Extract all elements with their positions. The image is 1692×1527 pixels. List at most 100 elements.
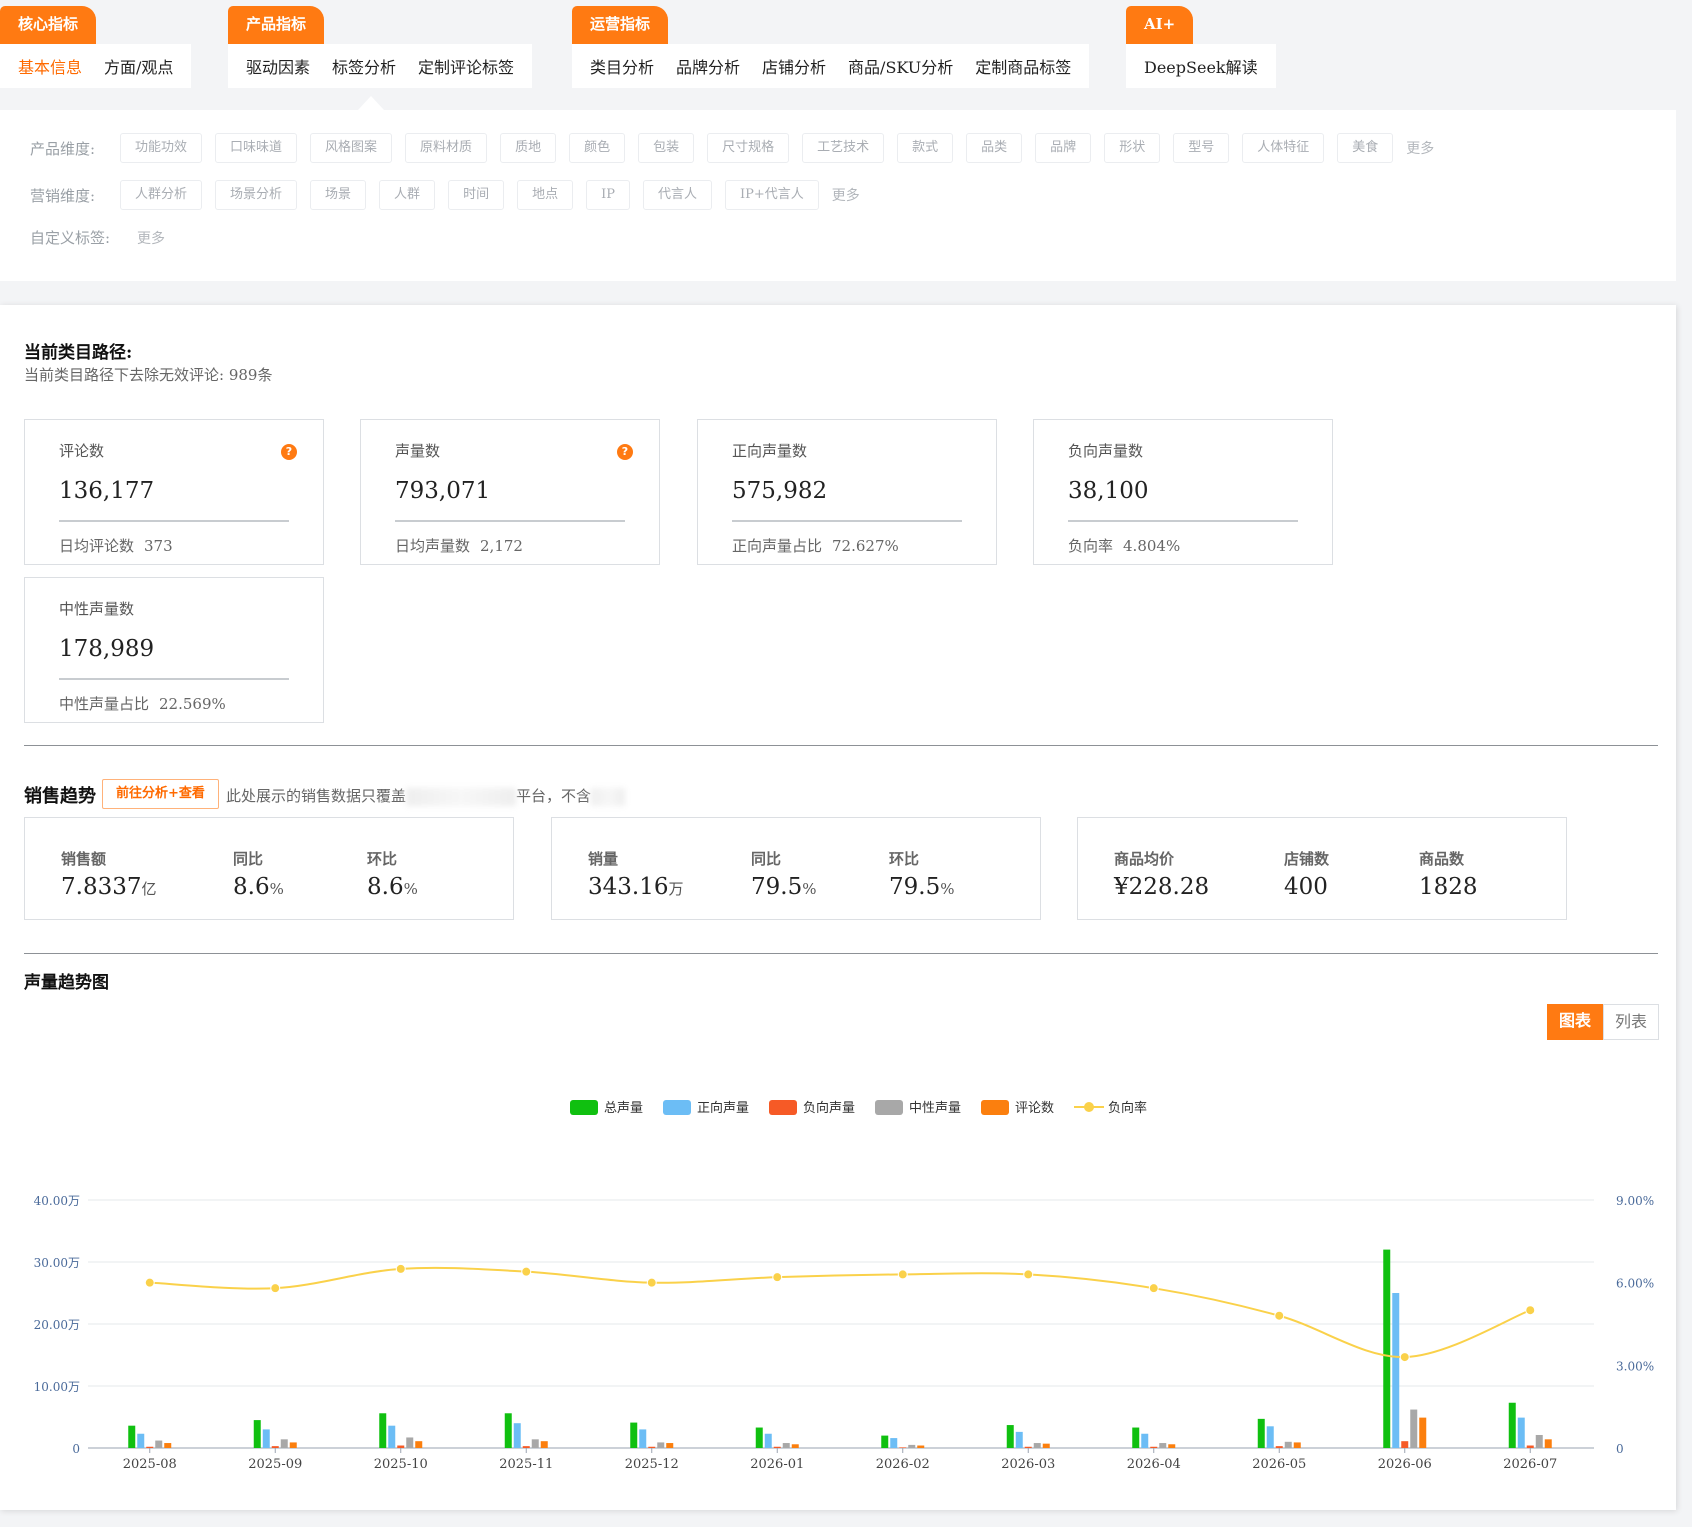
legend-label: 评论数	[1015, 1101, 1054, 1116]
y-left-tick-label: 10.00万	[34, 1380, 80, 1394]
filter-chip-list: 人群分析 场景分析 场景 人群 时间 地点 IP 代言人 IP+代言人	[120, 180, 832, 210]
tab-item[interactable]: 定制商品标签	[975, 54, 1071, 78]
filter-chip[interactable]: IP	[586, 180, 630, 210]
tab-group: 核心指标 基本信息 方面/观点	[0, 6, 192, 88]
bar-4	[1284, 1441, 1292, 1448]
tab-item[interactable]: 定制评论标签	[418, 54, 514, 78]
filter-chip[interactable]: 尺寸规格	[707, 133, 790, 163]
filter-chip[interactable]: 口味味道	[215, 133, 298, 163]
filter-more-link[interactable]: 更多	[832, 185, 860, 205]
bar-3	[1275, 1446, 1283, 1448]
tab-item[interactable]: 基本信息	[18, 54, 82, 78]
negative-rate-point	[521, 1266, 532, 1277]
bar-3	[1024, 1446, 1032, 1448]
y-right-tick-label: 0	[1616, 1442, 1624, 1456]
y-left-tick-label: 20.00万	[34, 1318, 80, 1332]
sales-metric-value-wrap: 8.6%	[233, 874, 284, 900]
sales-note-text: 平台，不含	[516, 787, 592, 805]
stat-card: 中性声量数 178,989 中性声量占比 22.569%	[24, 577, 324, 723]
bar-2	[388, 1425, 396, 1448]
filter-chip[interactable]: 原料材质	[405, 133, 488, 163]
sales-metric-value-wrap: 79.5%	[889, 874, 954, 900]
filter-chip[interactable]: 形状	[1104, 133, 1161, 163]
section-divider	[24, 745, 1658, 746]
tab-item[interactable]: 驱动因素	[246, 54, 310, 78]
tab-group: 运营指标 类目分析 品牌分析 店铺分析 商品/SKU分析 定制商品标签	[572, 6, 1090, 88]
tab-group-label: 核心指标	[0, 6, 97, 44]
tab-group-items: DeepSeek解读	[1126, 44, 1276, 88]
x-tick-label: 2026-01	[750, 1457, 804, 1472]
sales-metric-unit: %	[269, 880, 284, 898]
x-tick-label: 2026-05	[1252, 1457, 1306, 1472]
tab-item[interactable]: 类目分析	[590, 54, 654, 78]
negative-rate-point	[144, 1277, 155, 1288]
filter-chip[interactable]: 工艺技术	[802, 133, 885, 163]
sales-metric-value: 8.6	[233, 874, 270, 900]
filter-chip[interactable]: 颜色	[569, 133, 626, 163]
filter-chip[interactable]: 型号	[1173, 133, 1230, 163]
bar-3	[522, 1446, 530, 1448]
filter-chip[interactable]: 款式	[897, 133, 954, 163]
stat-foot-value: 373	[144, 537, 173, 555]
tab-group-items: 基本信息 方面/观点	[0, 44, 192, 88]
y-right-tick-label: 3.00%	[1616, 1359, 1654, 1373]
bar-4	[908, 1444, 916, 1448]
sales-metric-unit: %	[802, 880, 817, 898]
negative-rate-point	[1274, 1310, 1285, 1321]
bar-5	[666, 1443, 674, 1448]
filter-chip[interactable]: 人群分析	[120, 180, 203, 210]
x-tick-label: 2025-10	[374, 1457, 428, 1472]
view-list-toggle[interactable]: 列表	[1603, 1004, 1659, 1040]
view-chart-toggle[interactable]: 图表	[1547, 1004, 1603, 1040]
filter-chip[interactable]: IP+代言人	[725, 180, 819, 210]
sales-metric-value: 343.16	[588, 874, 669, 900]
tab-item[interactable]: DeepSeek解读	[1144, 54, 1258, 78]
bar-5	[791, 1444, 799, 1448]
volume-trend-title: 声量趋势图	[24, 973, 109, 993]
stat-foot-value: 22.569%	[159, 695, 226, 713]
help-icon[interactable]: ?	[281, 444, 297, 460]
tab-item[interactable]: 商品/SKU分析	[848, 54, 953, 78]
filter-chip[interactable]: 场景	[310, 180, 367, 210]
go-analysis-button[interactable]: 前往分析+查看	[102, 779, 219, 809]
stat-card: 评论数? 136,177 日均评论数 373	[24, 419, 324, 565]
legend-swatch	[769, 1100, 797, 1115]
filter-chip[interactable]: 品类	[966, 133, 1023, 163]
filter-more-link[interactable]: 更多	[1406, 138, 1434, 158]
tab-item[interactable]: 店铺分析	[762, 54, 826, 78]
redacted-platform	[406, 788, 517, 806]
bar-1	[1006, 1425, 1014, 1448]
bar-1	[1257, 1418, 1265, 1448]
filter-more-link[interactable]: 更多	[137, 228, 165, 248]
filter-chip[interactable]: 时间	[448, 180, 505, 210]
filter-chip[interactable]: 地点	[517, 180, 574, 210]
filter-chip[interactable]: 人体特征	[1242, 133, 1325, 163]
tab-item[interactable]: 品牌分析	[676, 54, 740, 78]
tab-item[interactable]: 方面/观点	[104, 54, 173, 78]
stat-label: 正向声量数	[732, 442, 808, 460]
filter-chip[interactable]: 风格图案	[310, 133, 393, 163]
filter-chip[interactable]: 质地	[500, 133, 557, 163]
legend-label: 中性声量	[909, 1101, 961, 1116]
sales-metric-box: 销量 343.16万 同比 79.5% 环比 79.5%	[551, 817, 1041, 920]
filter-chip[interactable]: 场景分析	[215, 180, 298, 210]
filter-chip[interactable]: 包装	[638, 133, 695, 163]
filter-chip[interactable]: 功能功效	[120, 133, 203, 163]
help-icon[interactable]: ?	[617, 444, 633, 460]
bar-2	[1517, 1417, 1525, 1448]
stat-card: 负向声量数 38,100 负向率 4.804%	[1033, 419, 1333, 565]
bar-4	[406, 1437, 414, 1448]
stat-value: 136,177	[59, 478, 155, 504]
filter-chip[interactable]: 代言人	[642, 180, 712, 210]
filter-chip[interactable]: 品牌	[1035, 133, 1092, 163]
filter-chip[interactable]: 人群	[379, 180, 436, 210]
sales-metric-unit: 万	[668, 880, 684, 898]
filter-chip[interactable]: 美食	[1337, 133, 1394, 163]
bar-1	[1132, 1427, 1140, 1448]
tab-item[interactable]: 标签分析	[332, 54, 396, 78]
bar-1	[504, 1413, 512, 1448]
negative-rate-point	[1525, 1305, 1536, 1316]
stat-card: 正向声量数 575,982 正向声量占比 72.627%	[697, 419, 997, 565]
bar-2	[639, 1429, 647, 1448]
bar-1	[755, 1427, 763, 1448]
